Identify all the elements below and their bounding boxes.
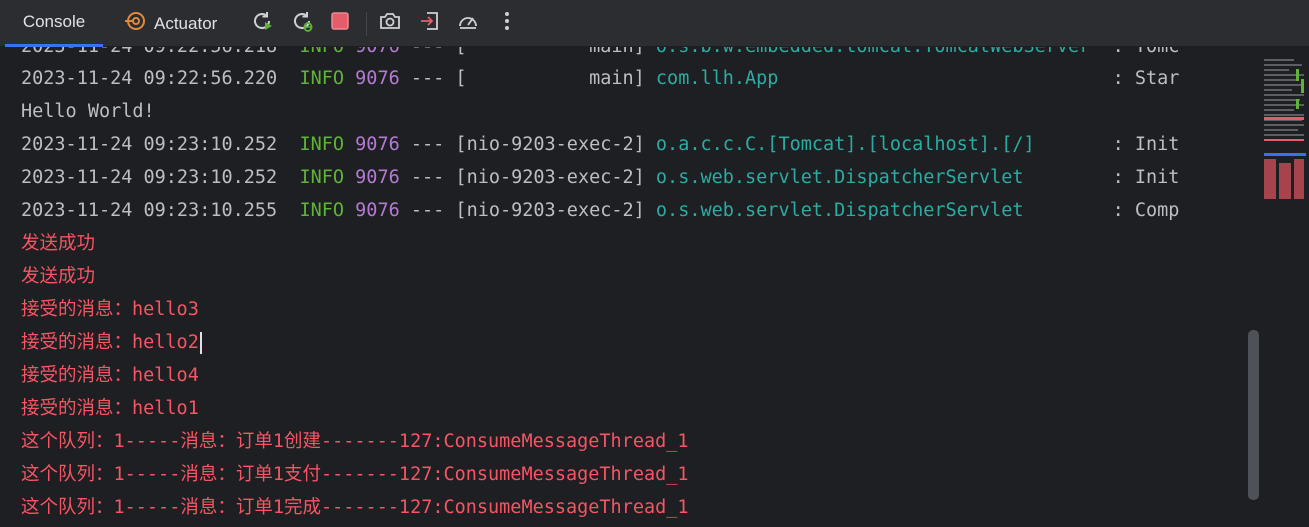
output-line: 发送成功	[21, 233, 96, 254]
hello-line: Hello World!	[21, 101, 155, 122]
output-line: 这个队列：1-----消息：订单1支付-------127:ConsumeMes…	[21, 464, 689, 485]
text-caret	[199, 332, 202, 354]
log-line: 2023-11-24 09:22:56.218 INFO 9076 --- [ …	[21, 47, 1179, 63]
output-line: 接受的消息：hello3	[21, 299, 199, 320]
output-line: 接受的消息：hello1	[21, 398, 199, 419]
output-line: 发送成功	[21, 266, 96, 287]
output-line: 这个队列：1-----消息：订单1完成-------127:ConsumeMes…	[21, 497, 689, 518]
log-minimap[interactable]	[1262, 55, 1306, 200]
camera-icon	[378, 9, 402, 38]
gauge-icon	[456, 9, 480, 38]
log-line: 2023-11-24 09:22:56.220 INFO 9076 --- [ …	[21, 68, 1180, 89]
tab-actuator[interactable]: Actuator	[124, 0, 217, 47]
tab-actuator-label: Actuator	[154, 13, 218, 33]
more-button[interactable]	[494, 10, 520, 36]
console-toolbar: Console Actuator	[0, 0, 1309, 47]
stop-button[interactable]	[327, 10, 353, 36]
screenshot-button[interactable]	[377, 10, 403, 36]
rerun-icon	[250, 9, 274, 38]
log-line: 2023-11-24 09:23:10.252 INFO 9076 --- [n…	[21, 134, 1180, 155]
actuator-icon	[124, 10, 146, 37]
debug-rerun-button[interactable]	[289, 10, 315, 36]
log-line: 2023-11-24 09:23:10.252 INFO 9076 --- [n…	[21, 167, 1180, 188]
exit-icon	[418, 9, 442, 38]
output-line: 这个队列：1-----消息：订单1创建-------127:ConsumeMes…	[21, 431, 689, 452]
vertical-scrollbar[interactable]	[1248, 330, 1259, 500]
output-line: 接受的消息：hello4	[21, 365, 199, 386]
toolbar-separator	[366, 12, 367, 36]
rerun-button[interactable]	[249, 10, 275, 36]
stop-icon	[329, 10, 351, 37]
log-line: 2023-11-24 09:23:10.255 INFO 9076 --- [n…	[21, 200, 1180, 221]
console-output[interactable]: 2023-11-24 09:22:56.218 INFO 9076 --- [ …	[0, 47, 1262, 527]
output-line: 接受的消息：hello2	[21, 326, 202, 359]
tab-console-label: Console	[22, 12, 86, 31]
tab-console[interactable]: Console	[5, 0, 103, 47]
more-vertical-icon	[502, 9, 512, 38]
dashboard-button[interactable]	[455, 10, 481, 36]
exit-button[interactable]	[417, 10, 443, 36]
debug-rerun-icon	[290, 9, 314, 38]
